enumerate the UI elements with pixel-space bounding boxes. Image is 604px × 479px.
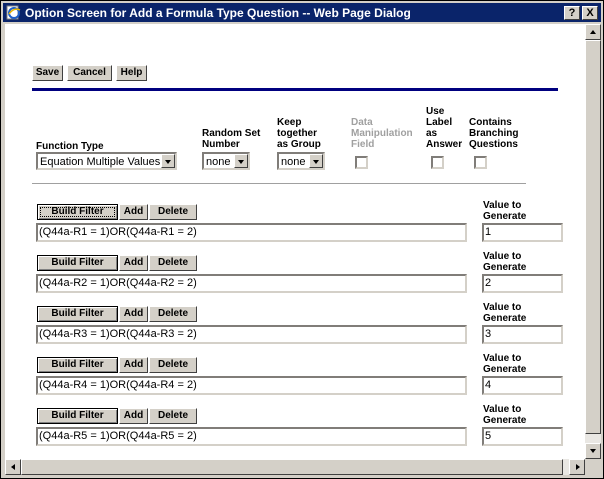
- data-manip-label-3: Field: [351, 139, 375, 150]
- value-input-1[interactable]: 1: [482, 223, 563, 242]
- branching-label-2: Branching: [469, 128, 519, 139]
- scroll-up-button[interactable]: [585, 24, 601, 40]
- value-input-4[interactable]: 4: [482, 376, 563, 395]
- branching-checkbox[interactable]: [474, 156, 487, 169]
- random-set-value: none: [206, 156, 231, 168]
- add-button-4[interactable]: Add: [119, 357, 148, 373]
- chevron-down-icon[interactable]: [309, 154, 323, 168]
- close-title-button[interactable]: X: [582, 6, 598, 20]
- keep-together-label-1: Keep: [277, 117, 302, 128]
- value-input-2[interactable]: 2: [482, 274, 563, 293]
- header-divider: [32, 88, 558, 91]
- scroll-left-button[interactable]: [5, 459, 21, 475]
- window-title: Option Screen for Add a Formula Type Que…: [25, 6, 411, 20]
- use-label-label-2: Label: [426, 117, 453, 128]
- value-label-5b: Generate: [483, 415, 527, 426]
- chevron-down-icon[interactable]: [161, 154, 175, 168]
- value-input-3[interactable]: 3: [482, 325, 563, 344]
- add-button-2[interactable]: Add: [119, 255, 148, 271]
- chevron-down-icon[interactable]: [234, 154, 248, 168]
- horizontal-scroll-thumb[interactable]: [21, 459, 563, 475]
- value-label-1b: Generate: [483, 211, 527, 222]
- function-type-value: Equation Multiple Values: [40, 156, 161, 168]
- value-label-3a: Value to: [483, 302, 522, 313]
- ie-page-icon: [6, 5, 21, 20]
- value-label-1a: Value to: [483, 200, 522, 211]
- help-button[interactable]: Help: [116, 65, 147, 81]
- value-label-5a: Value to: [483, 404, 522, 415]
- delete-button-1[interactable]: Delete: [149, 204, 197, 220]
- arrow-up-icon: [590, 30, 596, 34]
- value-label-2a: Value to: [483, 251, 522, 262]
- branching-label-1: Contains: [469, 117, 512, 128]
- filter-input-3[interactable]: (Q44a-R3 = 1)OR(Q44a-R3 = 2): [36, 325, 467, 344]
- arrow-left-icon: [11, 464, 15, 470]
- delete-button-5[interactable]: Delete: [149, 408, 197, 424]
- add-button-3[interactable]: Add: [119, 306, 148, 322]
- keep-together-value: none: [281, 156, 306, 168]
- vertical-scroll-thumb[interactable]: [585, 40, 601, 434]
- filter-input-2[interactable]: (Q44a-R2 = 1)OR(Q44a-R2 = 2): [36, 274, 467, 293]
- random-set-label-1: Random Set: [202, 128, 261, 139]
- keep-together-label-2: together: [277, 128, 317, 139]
- random-set-label-2: Number: [202, 139, 240, 150]
- use-label-label-1: Use: [426, 106, 445, 117]
- keep-together-select[interactable]: none: [277, 152, 325, 170]
- delete-button-4[interactable]: Delete: [149, 357, 197, 373]
- filter-input-1[interactable]: (Q44a-R1 = 1)OR(Q44a-R1 = 2): [36, 223, 467, 242]
- branching-label-3: Questions: [469, 139, 518, 150]
- arrow-right-icon: [576, 464, 580, 470]
- use-label-label-3: as: [426, 128, 438, 139]
- build-filter-button-2[interactable]: Build Filter: [37, 255, 118, 271]
- data-manip-label-2: Manipulation: [351, 128, 413, 139]
- filter-input-4[interactable]: (Q44a-R4 = 1)OR(Q44a-R4 = 2): [36, 376, 467, 395]
- cancel-button[interactable]: Cancel: [67, 65, 112, 81]
- options-divider: [32, 183, 526, 185]
- build-filter-button-5[interactable]: Build Filter: [37, 408, 118, 424]
- add-button-1[interactable]: Add: [119, 204, 148, 220]
- title-bar[interactable]: Option Screen for Add a Formula Type Que…: [3, 3, 601, 22]
- keep-together-label-3: as Group: [277, 139, 321, 150]
- vertical-scrollbar[interactable]: [585, 24, 601, 459]
- horizontal-scrollbar[interactable]: [5, 459, 585, 475]
- delete-button-3[interactable]: Delete: [149, 306, 197, 322]
- use-label-checkbox[interactable]: [431, 156, 444, 169]
- scroll-down-button[interactable]: [585, 443, 601, 459]
- filter-input-5[interactable]: (Q44a-R5 = 1)OR(Q44a-R5 = 2): [36, 427, 467, 446]
- value-input-5[interactable]: 5: [482, 427, 563, 446]
- dialog-content: Save Cancel Help Function Type Random Se…: [5, 24, 585, 459]
- save-button[interactable]: Save: [32, 65, 63, 81]
- data-manip-checkbox[interactable]: [355, 156, 368, 169]
- function-type-select[interactable]: Equation Multiple Values: [36, 152, 177, 170]
- data-manip-label-1: Data: [351, 117, 373, 128]
- scroll-right-button[interactable]: [569, 459, 585, 475]
- function-type-label: Function Type: [36, 141, 104, 152]
- build-filter-button-1[interactable]: Build Filter: [37, 204, 118, 220]
- scrollbar-corner: [585, 459, 601, 475]
- add-button-5[interactable]: Add: [119, 408, 148, 424]
- value-label-4b: Generate: [483, 364, 527, 375]
- value-label-3b: Generate: [483, 313, 527, 324]
- use-label-label-4: Answer: [426, 139, 463, 150]
- help-title-button[interactable]: ?: [564, 6, 580, 20]
- dialog-window: Option Screen for Add a Formula Type Que…: [0, 0, 604, 479]
- value-label-2b: Generate: [483, 262, 527, 273]
- build-filter-button-3[interactable]: Build Filter: [37, 306, 118, 322]
- arrow-down-icon: [590, 449, 596, 453]
- delete-button-2[interactable]: Delete: [149, 255, 197, 271]
- build-filter-button-4[interactable]: Build Filter: [37, 357, 118, 373]
- random-set-select[interactable]: none: [202, 152, 250, 170]
- value-label-4a: Value to: [483, 353, 522, 364]
